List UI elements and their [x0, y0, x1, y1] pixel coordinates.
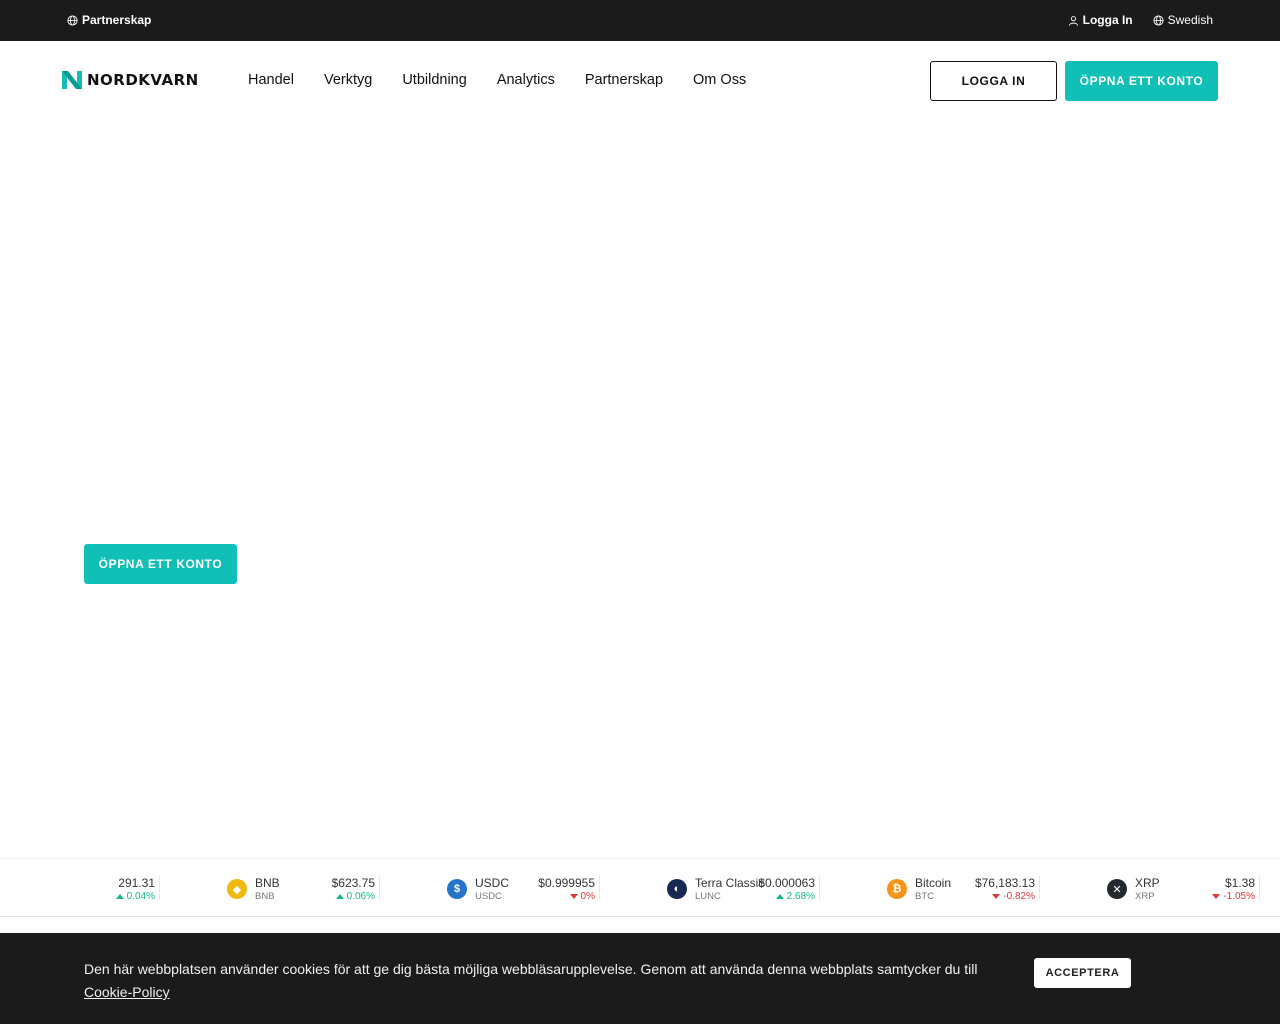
coin-change-value: -1.05%: [1223, 891, 1255, 902]
coin-price: $0.999955: [538, 876, 595, 890]
top-bar: Partnerskap Logga In Swedish: [0, 0, 1280, 41]
xrp-icon: ✕: [1107, 879, 1127, 899]
nav-item-utbildning[interactable]: Utbildning: [402, 72, 467, 88]
arrow-up-icon: [335, 894, 344, 899]
coin-change-value: 2.68%: [786, 891, 815, 902]
globe-icon: [1153, 14, 1164, 26]
bnb-icon: ◆: [227, 879, 247, 899]
arrow-down-icon: [992, 894, 1001, 899]
coin-symbol: LUNC: [695, 891, 721, 902]
cookie-banner: Den här webbplatsen använder cookies för…: [0, 933, 1280, 1024]
logo-mark-icon: [62, 71, 82, 89]
topbar-login-link[interactable]: Logga In: [1068, 13, 1133, 27]
coin-change-value: 0.04%: [126, 891, 155, 902]
coin-symbol: XRP: [1135, 891, 1155, 902]
user-icon: [1068, 15, 1078, 26]
coin-price: $76,183.13: [974, 876, 1035, 890]
accept-cookies-button[interactable]: ACCEPTERA: [1034, 958, 1131, 988]
coin-symbol: BNB: [255, 891, 275, 902]
logo[interactable]: NORDKVARN: [62, 71, 199, 89]
coin-change: 0%: [569, 891, 595, 902]
language-label: Swedish: [1167, 13, 1213, 27]
coin-price: $0.000063: [758, 876, 815, 890]
coin-name: Bitcoin: [915, 876, 952, 890]
login-button[interactable]: LOGGA IN: [930, 61, 1057, 101]
coin-change: 0.06%: [335, 891, 375, 902]
partnership-label: Partnerskap: [82, 13, 152, 27]
nav-item-handel[interactable]: Handel: [248, 72, 294, 88]
open-account-button[interactable]: ÖPPNA ETT KONTO: [1065, 61, 1218, 101]
coin-name: XRP: [1135, 876, 1160, 890]
cookie-policy-link[interactable]: Cookie-Policy: [84, 984, 170, 1000]
globe-icon: [67, 14, 78, 26]
coin-change-value: 0%: [580, 891, 595, 902]
partnership-link[interactable]: Partnerskap: [67, 13, 151, 27]
ticker-track: 291.31 0.04% ◆ BNB BNB $623.75 0.06% $ USDC USDC $…: [0, 859, 1280, 916]
crypto-ticker: 291.31 0.04% ◆ BNB BNB $623.75 0.06% $ USDC USDC $…: [0, 858, 1280, 917]
coin-change: 2.68%: [775, 891, 815, 902]
arrow-down-icon: [1212, 894, 1221, 899]
ticker-item[interactable]: ₮Tether USDtUSDT: [1260, 859, 1280, 916]
coin-price: 291.31: [118, 876, 155, 890]
coin-change-value: -0.82%: [1003, 891, 1035, 902]
nav-item-om-oss[interactable]: Om Oss: [693, 72, 746, 88]
cookie-message: Den här webbplatsen använder cookies för…: [84, 961, 978, 977]
coin-change: -1.05%: [1212, 891, 1255, 902]
ticker-item[interactable]: ₿ Bitcoin BTC $76,183.13 -0.82%: [820, 859, 1040, 916]
coin-name: USDC: [475, 876, 510, 890]
ticker-item[interactable]: ✕ XRP XRP $1.38 -1.05%: [1040, 859, 1260, 916]
usdc-icon: $: [447, 879, 467, 899]
main-nav: Handel Verktyg Utbildning Analytics Part…: [248, 72, 746, 88]
coin-symbol: USDC: [475, 891, 502, 902]
ticker-item[interactable]: ◆ BNB BNB $623.75 0.06%: [160, 859, 380, 916]
coin-name: Terra Classic: [695, 876, 765, 890]
arrow-up-icon: [115, 894, 124, 899]
ticker-item[interactable]: 291.31 0.04%: [0, 859, 160, 916]
coin-price: $1.38: [1224, 876, 1255, 890]
coin-change-value: 0.06%: [346, 891, 375, 902]
terra-classic-icon: ◐: [667, 879, 687, 899]
coin-change: -0.82%: [992, 891, 1035, 902]
coin-price: $623.75: [331, 876, 375, 890]
bitcoin-icon: ₿: [887, 879, 907, 899]
language-selector[interactable]: Swedish: [1153, 13, 1213, 27]
coin-name: BNB: [255, 876, 280, 890]
nav-item-analytics[interactable]: Analytics: [497, 72, 555, 88]
ticker-item[interactable]: $ USDC USDC $0.999955 0%: [380, 859, 600, 916]
hero-open-account-button[interactable]: ÖPPNA ETT KONTO: [84, 544, 237, 584]
nav-item-verktyg[interactable]: Verktyg: [324, 72, 372, 88]
coin-symbol: BTC: [915, 891, 934, 902]
arrow-down-icon: [569, 894, 578, 899]
topbar-login-label: Logga In: [1082, 13, 1133, 27]
coin-change: 0.04%: [115, 891, 155, 902]
main-header: NORDKVARN Handel Verktyg Utbildning Anal…: [0, 41, 1280, 121]
ticker-item[interactable]: ◐ Terra Classic LUNC $0.000063 2.68%: [600, 859, 820, 916]
logo-text: NORDKVARN: [87, 71, 199, 89]
arrow-up-icon: [775, 894, 784, 899]
cookie-text-block: Den här webbplatsen använder cookies för…: [84, 958, 1004, 1004]
nav-item-partnerskap[interactable]: Partnerskap: [585, 72, 663, 88]
